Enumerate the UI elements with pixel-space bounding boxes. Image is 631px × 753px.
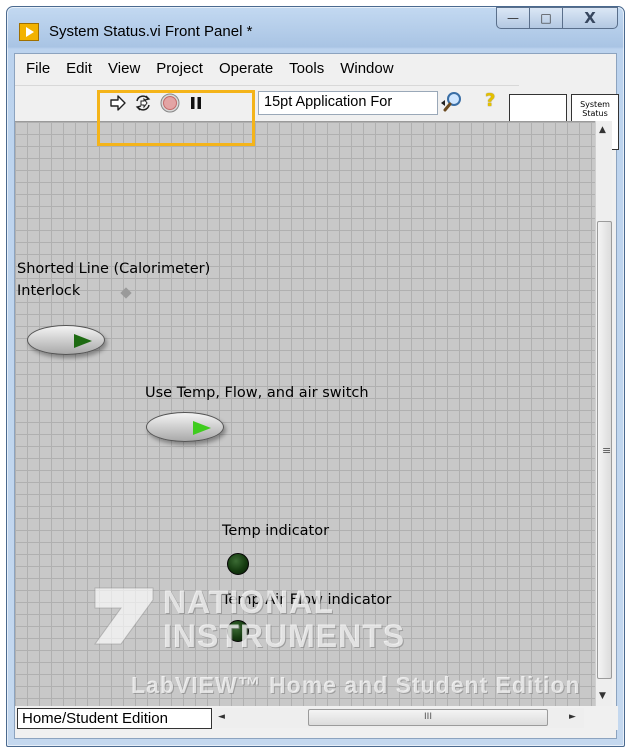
- menu-edit[interactable]: Edit: [58, 56, 100, 82]
- menu-file[interactable]: File: [15, 56, 58, 82]
- minimize-icon: —: [507, 11, 519, 25]
- edition-label: Home/Student Edition: [17, 708, 212, 729]
- control-label-use-temp: Use Temp, Flow, and air switch: [145, 385, 369, 401]
- maximize-button[interactable]: □: [529, 7, 563, 29]
- scroll-up-arrow-icon[interactable]: ▲: [599, 125, 606, 135]
- search-button[interactable]: [439, 89, 465, 115]
- toolbar: 15pt Application For ? System Status: [15, 85, 619, 150]
- temp-indicator-led: [227, 553, 249, 575]
- scroll-left-arrow-icon[interactable]: ◄: [218, 712, 225, 722]
- terminal-marker: [120, 287, 132, 299]
- window-title: System Status.vi Front Panel *: [49, 23, 253, 40]
- horizontal-scroll-thumb[interactable]: III: [308, 709, 548, 726]
- vi-icon-line2: Status: [582, 109, 608, 118]
- scroll-right-arrow-icon[interactable]: ►: [569, 712, 576, 722]
- text-settings-dropdown[interactable]: 15pt Application For: [258, 91, 438, 115]
- caption-buttons: — □ X: [496, 7, 618, 29]
- horizontal-scrollbar[interactable]: ◄ III ►: [214, 708, 584, 728]
- menu-operate[interactable]: Operate: [211, 56, 281, 82]
- labview-window: System Status.vi Front Panel * — □ X Fil…: [6, 6, 625, 747]
- labview-app-icon[interactable]: [19, 23, 39, 41]
- watermark-line3: LabVIEW™ Home and Student Edition: [131, 672, 581, 698]
- indicator-label-temp-air-flow: Temp Air Flow indicator: [222, 592, 392, 608]
- control-label-shorted-line: Shorted Line (Calorimeter): [17, 261, 211, 277]
- minimize-button[interactable]: —: [496, 7, 530, 29]
- control-label-interlock: Interlock: [17, 283, 81, 299]
- vi-icon-line1: System: [580, 100, 610, 109]
- menu-project[interactable]: Project: [148, 56, 211, 82]
- switch-indicator-icon: [193, 421, 211, 435]
- help-icon: ?: [485, 90, 496, 111]
- search-icon: [441, 92, 461, 112]
- indicator-label-temp: Temp indicator: [222, 523, 330, 539]
- vertical-scroll-thumb[interactable]: ≡: [597, 221, 612, 679]
- shorted-line-switch[interactable]: [27, 325, 105, 355]
- scroll-grip-icon: ≡: [602, 444, 612, 457]
- use-temp-flow-air-switch[interactable]: [146, 412, 224, 442]
- watermark-line2: INSTRUMENTS: [163, 618, 406, 654]
- scroll-grip-icon: III: [424, 712, 432, 722]
- temp-air-flow-indicator-led: [227, 620, 249, 642]
- close-icon: X: [584, 9, 596, 27]
- title-bar[interactable]: System Status.vi Front Panel * — □ X: [7, 7, 624, 53]
- scroll-down-arrow-icon[interactable]: ▼: [599, 691, 606, 701]
- menu-window[interactable]: Window: [332, 56, 401, 82]
- close-button[interactable]: X: [562, 7, 618, 29]
- window-client-area: File Edit View Project Operate Tools Win…: [14, 53, 619, 739]
- menu-tools[interactable]: Tools: [281, 56, 332, 82]
- ni-logo-icon: [94, 587, 154, 645]
- maximize-icon: □: [540, 11, 552, 25]
- vertical-scrollbar[interactable]: ▲ ≡ ▼: [595, 121, 612, 706]
- switch-indicator-icon: [74, 334, 92, 348]
- help-button[interactable]: ?: [485, 90, 495, 111]
- front-panel-canvas[interactable]: Shorted Line (Calorimeter) Interlock Use…: [15, 121, 595, 706]
- highlight-run-controls: [97, 90, 255, 146]
- menu-view[interactable]: View: [100, 56, 148, 82]
- font-select-value: 15pt Application For: [264, 94, 393, 110]
- menu-bar: File Edit View Project Operate Tools Win…: [15, 54, 505, 84]
- status-bar: Home/Student Edition ◄ III ►: [15, 706, 618, 730]
